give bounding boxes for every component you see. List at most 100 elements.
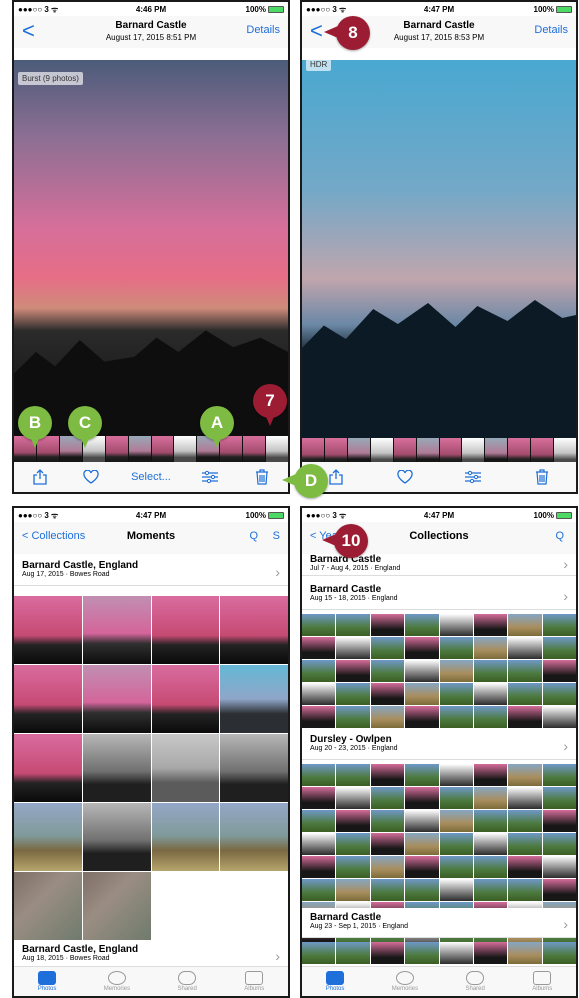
photo-thumb[interactable]: [439, 683, 473, 705]
photo-thumb[interactable]: [302, 637, 336, 659]
photo-thumb[interactable]: [542, 833, 576, 855]
photo-thumb[interactable]: [439, 787, 473, 809]
photo-thumb[interactable]: [508, 879, 542, 901]
photo-thumb[interactable]: [302, 660, 336, 682]
photo-thumb[interactable]: [336, 764, 370, 786]
photo-thumb[interactable]: [473, 637, 508, 659]
photo-thumb[interactable]: [542, 787, 576, 809]
photo-thumb[interactable]: [336, 942, 370, 964]
heart-icon[interactable]: [393, 470, 417, 484]
photo-thumb[interactable]: [220, 665, 288, 733]
photo-thumb[interactable]: [370, 856, 405, 878]
select-button[interactable]: Select...: [131, 471, 171, 483]
back-button[interactable]: <: [22, 18, 35, 44]
trash-icon[interactable]: [530, 469, 554, 485]
photo-thumb[interactable]: [405, 637, 439, 659]
photo-thumb[interactable]: [302, 833, 336, 855]
photo-thumb[interactable]: [370, 683, 405, 705]
collection-header[interactable]: Dursley - Owlpen Aug 20 - 23, 2015 · Eng…: [302, 730, 576, 760]
photo-thumb[interactable]: [473, 706, 508, 728]
collection-header[interactable]: Barnard Castle Jul 7 - Aug 4, 2015 · Eng…: [302, 554, 576, 576]
photo-thumb[interactable]: [405, 614, 439, 636]
photo-thumb[interactable]: [220, 596, 288, 664]
photo-thumb[interactable]: [405, 833, 439, 855]
photo-thumb[interactable]: [336, 706, 370, 728]
photo-thumb[interactable]: [508, 683, 542, 705]
photo-thumb[interactable]: [82, 734, 151, 802]
heart-icon[interactable]: [79, 470, 103, 484]
photo-thumb[interactable]: [405, 660, 439, 682]
photo-thumb[interactable]: [82, 596, 151, 664]
photo-thumb[interactable]: [508, 706, 542, 728]
photo-thumb[interactable]: [473, 614, 508, 636]
tab-memories[interactable]: Memories: [392, 971, 418, 992]
trash-icon[interactable]: [250, 469, 274, 485]
photo-thumb[interactable]: [508, 810, 542, 832]
share-icon[interactable]: [28, 469, 52, 485]
photo-thumb[interactable]: [542, 706, 576, 728]
photo-thumb[interactable]: [542, 764, 576, 786]
photo-thumb[interactable]: [336, 787, 370, 809]
photo-thumb[interactable]: [336, 833, 370, 855]
photo-thumb[interactable]: [542, 637, 576, 659]
adjust-icon[interactable]: [461, 470, 485, 484]
photo-thumb[interactable]: [542, 810, 576, 832]
photo-thumb[interactable]: [473, 833, 508, 855]
photo-thumb[interactable]: [14, 872, 82, 940]
photo-thumb[interactable]: [508, 637, 542, 659]
adjust-icon[interactable]: [198, 470, 222, 484]
photo-thumb[interactable]: [370, 942, 405, 964]
tab-shared[interactable]: Shared: [466, 971, 485, 992]
photo-thumb[interactable]: [82, 803, 151, 871]
photo-thumb[interactable]: [302, 856, 336, 878]
photo-thumb[interactable]: [508, 833, 542, 855]
photo-thumb[interactable]: [542, 683, 576, 705]
photo-thumb[interactable]: [439, 879, 473, 901]
photo-thumb[interactable]: [439, 614, 473, 636]
details-button[interactable]: Details: [534, 24, 568, 36]
photo-thumb[interactable]: [405, 683, 439, 705]
photo-thumb[interactable]: [336, 810, 370, 832]
tab-memories[interactable]: Memories: [104, 971, 130, 992]
photo-thumb[interactable]: [336, 660, 370, 682]
photo-thumb[interactable]: [336, 879, 370, 901]
photo-thumb[interactable]: [370, 833, 405, 855]
photo-thumb[interactable]: [508, 942, 542, 964]
photo-thumb[interactable]: [220, 803, 288, 871]
photo-thumb[interactable]: [542, 614, 576, 636]
photo-thumb[interactable]: [508, 856, 542, 878]
details-button[interactable]: Details: [246, 24, 280, 36]
photo-thumb[interactable]: [82, 665, 151, 733]
photo-thumb[interactable]: [405, 787, 439, 809]
photo-thumb[interactable]: [151, 665, 220, 733]
photo-thumb[interactable]: [336, 614, 370, 636]
tab-shared[interactable]: Shared: [178, 971, 197, 992]
photo-thumb[interactable]: [370, 660, 405, 682]
photo-thumb[interactable]: [508, 614, 542, 636]
photo-thumb[interactable]: [336, 856, 370, 878]
photo-thumb[interactable]: [14, 803, 82, 871]
photo-thumb[interactable]: [370, 706, 405, 728]
main-photo[interactable]: [14, 60, 288, 436]
photo-thumb[interactable]: [302, 764, 336, 786]
photo-thumb[interactable]: [473, 856, 508, 878]
photo-thumb[interactable]: [151, 734, 220, 802]
photo-thumb[interactable]: [473, 942, 508, 964]
photo-thumb[interactable]: [405, 879, 439, 901]
photo-thumb[interactable]: [508, 764, 542, 786]
search-icon[interactable]: Q: [555, 530, 564, 542]
tab-photos[interactable]: Photos: [326, 971, 344, 992]
search-icon[interactable]: Q: [249, 530, 258, 542]
photo-thumb[interactable]: [439, 942, 473, 964]
photo-thumb[interactable]: [473, 660, 508, 682]
photo-thumb[interactable]: [473, 683, 508, 705]
photo-thumb[interactable]: [370, 810, 405, 832]
main-photo[interactable]: [302, 60, 576, 438]
photo-thumb[interactable]: [439, 637, 473, 659]
photo-thumb[interactable]: [473, 810, 508, 832]
tab-albums[interactable]: Albums: [244, 971, 264, 992]
photo-thumb[interactable]: [302, 879, 336, 901]
tab-photos[interactable]: Photos: [38, 971, 56, 992]
photo-thumb[interactable]: [336, 637, 370, 659]
photo-thumb[interactable]: [370, 764, 405, 786]
